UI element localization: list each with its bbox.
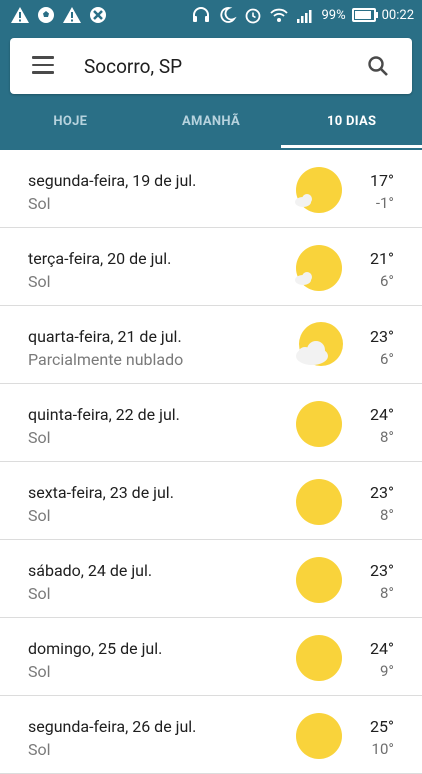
forecast-condition: Sol	[28, 194, 51, 213]
blocked-icon	[90, 7, 106, 23]
forecast-low: 10°	[371, 740, 394, 758]
signal-icon	[297, 10, 312, 23]
forecast-list: segunda-feira, 19 de jul. Sol 17° -1° te…	[0, 150, 422, 774]
forecast-condition: Parcialmente nublado	[28, 350, 184, 369]
forecast-row[interactable]: quarta-feira, 21 de jul. Parcialmente nu…	[0, 306, 422, 384]
battery-percent: 99%	[321, 7, 346, 23]
forecast-day: segunda-feira, 26 de jul.	[28, 717, 197, 736]
sun-icon	[296, 557, 342, 603]
sun-icon	[296, 401, 342, 447]
forecast-high: 21°	[370, 249, 394, 268]
tab-hoje[interactable]: HOJE	[0, 100, 141, 148]
hamburger-menu-icon[interactable]	[32, 56, 54, 74]
sun-icon	[296, 713, 342, 759]
forecast-high: 23°	[370, 327, 394, 346]
forecast-high: 23°	[370, 561, 394, 580]
forecast-row[interactable]: sábado, 24 de jul. Sol 23° 8°	[0, 540, 422, 618]
notification-icons	[10, 5, 108, 25]
forecast-condition: Sol	[28, 662, 51, 681]
forecast-low: 8°	[379, 584, 394, 602]
forecast-day: sábado, 24 de jul.	[28, 561, 153, 580]
forecast-high: 24°	[370, 639, 394, 658]
forecast-condition: Sol	[28, 584, 51, 603]
status-bar: 99% 00:22	[0, 0, 422, 30]
tab-amanha[interactable]: AMANHÃ	[141, 100, 282, 148]
forecast-row[interactable]: quinta-feira, 22 de jul. Sol 24° 8°	[0, 384, 422, 462]
forecast-day: terça-feira, 20 de jul.	[28, 249, 172, 268]
clock: 00:22	[381, 7, 414, 23]
alarm-icon	[246, 8, 261, 24]
forecast-low: 8°	[379, 428, 394, 446]
forecast-low: -1°	[375, 194, 394, 212]
wifi-icon	[270, 8, 289, 22]
forecast-row[interactable]: domingo, 25 de jul. Sol 24° 9°	[0, 618, 422, 696]
do-not-disturb-moon-icon	[220, 7, 238, 23]
battery-icon	[351, 8, 378, 22]
forecast-condition: Sol	[28, 428, 51, 447]
system-icons: 99% 00:22	[191, 5, 414, 25]
forecast-day: domingo, 25 de jul.	[28, 639, 163, 658]
forecast-low: 8°	[379, 506, 394, 524]
sun-with-small-cloud-icon	[295, 245, 342, 291]
warning-icon	[63, 7, 81, 23]
location-search-bar[interactable]: Socorro, SP	[10, 38, 412, 94]
forecast-low: 9°	[379, 662, 394, 680]
forecast-row[interactable]: segunda-feira, 26 de jul. Sol 25° 10°	[0, 696, 422, 774]
forecast-condition: Sol	[28, 506, 51, 525]
forecast-low: 6°	[379, 272, 394, 290]
forecast-day: segunda-feira, 19 de jul.	[28, 171, 197, 190]
forecast-condition: Sol	[28, 272, 51, 291]
app-header: 99% 00:22 Socorro, SP HOJE AMANHÃ 10 DIA…	[0, 0, 422, 150]
location-name[interactable]: Socorro, SP	[84, 55, 182, 78]
forecast-high: 25°	[370, 717, 394, 736]
forecast-high: 24°	[370, 405, 394, 424]
forecast-row[interactable]: sexta-feira, 23 de jul. Sol 23° 8°	[0, 462, 422, 540]
soccer-ball-icon	[38, 7, 54, 23]
warning-icon	[11, 7, 29, 23]
forecast-low: 6°	[379, 350, 394, 368]
forecast-row[interactable]: terça-feira, 20 de jul. Sol 21° 6°	[0, 228, 422, 306]
forecast-high: 23°	[370, 483, 394, 502]
sun-icon	[296, 635, 342, 681]
sun-icon	[296, 479, 342, 525]
sun-with-small-cloud-icon	[295, 167, 342, 213]
forecast-row[interactable]: segunda-feira, 19 de jul. Sol 17° -1°	[0, 150, 422, 228]
forecast-high: 17°	[370, 171, 394, 190]
forecast-day: sexta-feira, 23 de jul.	[28, 483, 174, 502]
tab-bar: HOJE AMANHÃ 10 DIAS	[0, 100, 422, 148]
partly-cloudy-icon	[296, 322, 343, 366]
forecast-day: quarta-feira, 21 de jul.	[28, 327, 182, 346]
search-icon[interactable]	[366, 54, 390, 78]
forecast-day: quinta-feira, 22 de jul.	[28, 405, 180, 424]
tab-10-dias[interactable]: 10 DIAS	[281, 100, 422, 148]
headphones-icon	[193, 7, 210, 22]
